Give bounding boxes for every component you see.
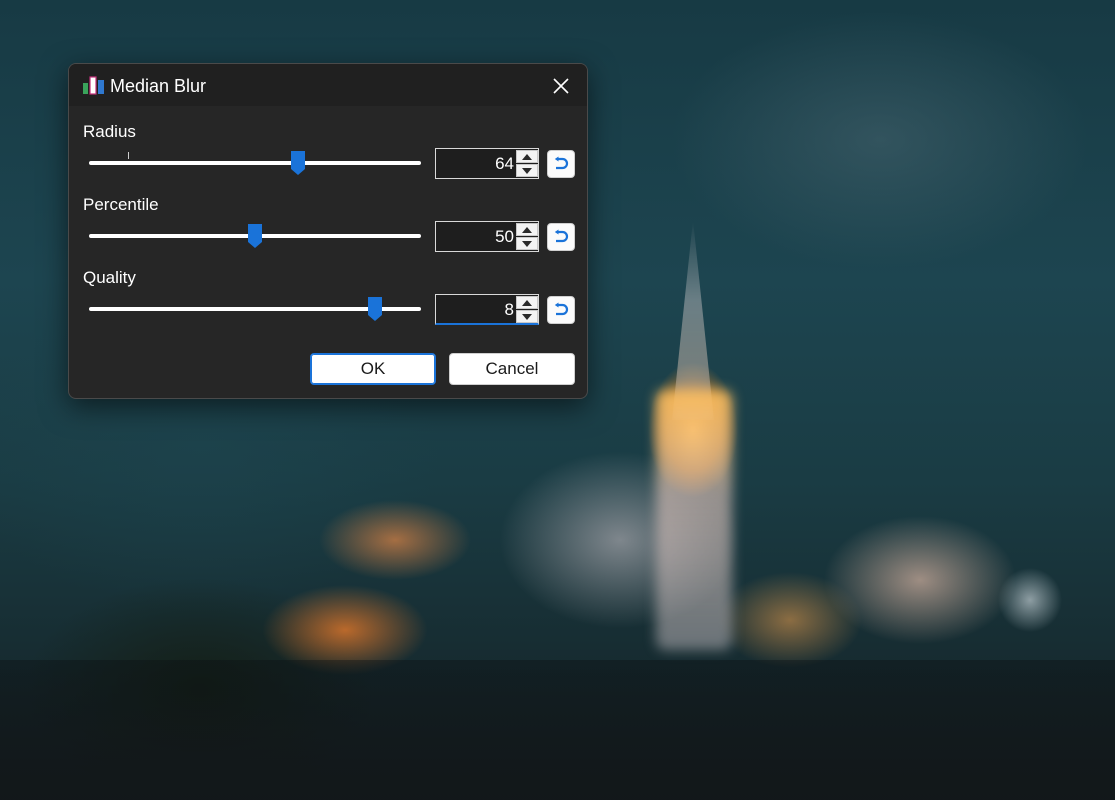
- quality-decrement-button[interactable]: [516, 310, 538, 323]
- dialog-title: Median Blur: [110, 76, 207, 96]
- reset-icon: [554, 302, 569, 316]
- quality-input[interactable]: [438, 295, 516, 324]
- percentile-reset-button[interactable]: [547, 223, 575, 251]
- percentile-number-box: [435, 221, 539, 252]
- caret-down-icon: [522, 167, 532, 174]
- caret-down-icon: [522, 313, 532, 320]
- percentile-decrement-button[interactable]: [516, 237, 538, 250]
- ok-button[interactable]: OK: [310, 353, 436, 385]
- caret-up-icon: [522, 299, 532, 306]
- percentile-increment-button[interactable]: [516, 223, 538, 236]
- quality-label: Quality: [83, 268, 136, 287]
- radius-input[interactable]: [438, 149, 516, 178]
- slider-track: [89, 161, 421, 165]
- quality-increment-button[interactable]: [516, 296, 538, 309]
- percentile-label: Percentile: [83, 195, 159, 214]
- quality-slider[interactable]: [89, 296, 421, 322]
- reset-icon: [554, 156, 569, 170]
- slider-thumb[interactable]: [367, 296, 383, 322]
- radius-decrement-button[interactable]: [516, 164, 538, 177]
- close-icon: [553, 78, 569, 94]
- median-blur-dialog: Median Blur Radius Percentile: [68, 63, 588, 399]
- radius-slider[interactable]: [89, 150, 421, 176]
- reset-icon: [554, 229, 569, 243]
- church-tower-blur: [656, 390, 732, 650]
- radius-label: Radius: [83, 122, 136, 141]
- bar-chart-icon: [83, 76, 104, 95]
- quality-number-box: [435, 294, 539, 325]
- lake-reflection-blur: [0, 660, 1115, 800]
- percentile-slider[interactable]: [89, 223, 421, 249]
- radius-increment-button[interactable]: [516, 150, 538, 163]
- caret-up-icon: [522, 226, 532, 233]
- percentile-input[interactable]: [438, 222, 516, 251]
- radius-number-box: [435, 148, 539, 179]
- caret-down-icon: [522, 240, 532, 247]
- quality-reset-button[interactable]: [547, 296, 575, 324]
- slider-thumb[interactable]: [247, 223, 263, 249]
- slider-thumb[interactable]: [290, 150, 306, 176]
- cancel-button[interactable]: Cancel: [449, 353, 575, 385]
- title-bar[interactable]: Median Blur: [69, 64, 587, 106]
- close-button[interactable]: [543, 72, 579, 100]
- caret-up-icon: [522, 153, 532, 160]
- radius-reset-button[interactable]: [547, 150, 575, 178]
- slider-tick: [128, 152, 129, 159]
